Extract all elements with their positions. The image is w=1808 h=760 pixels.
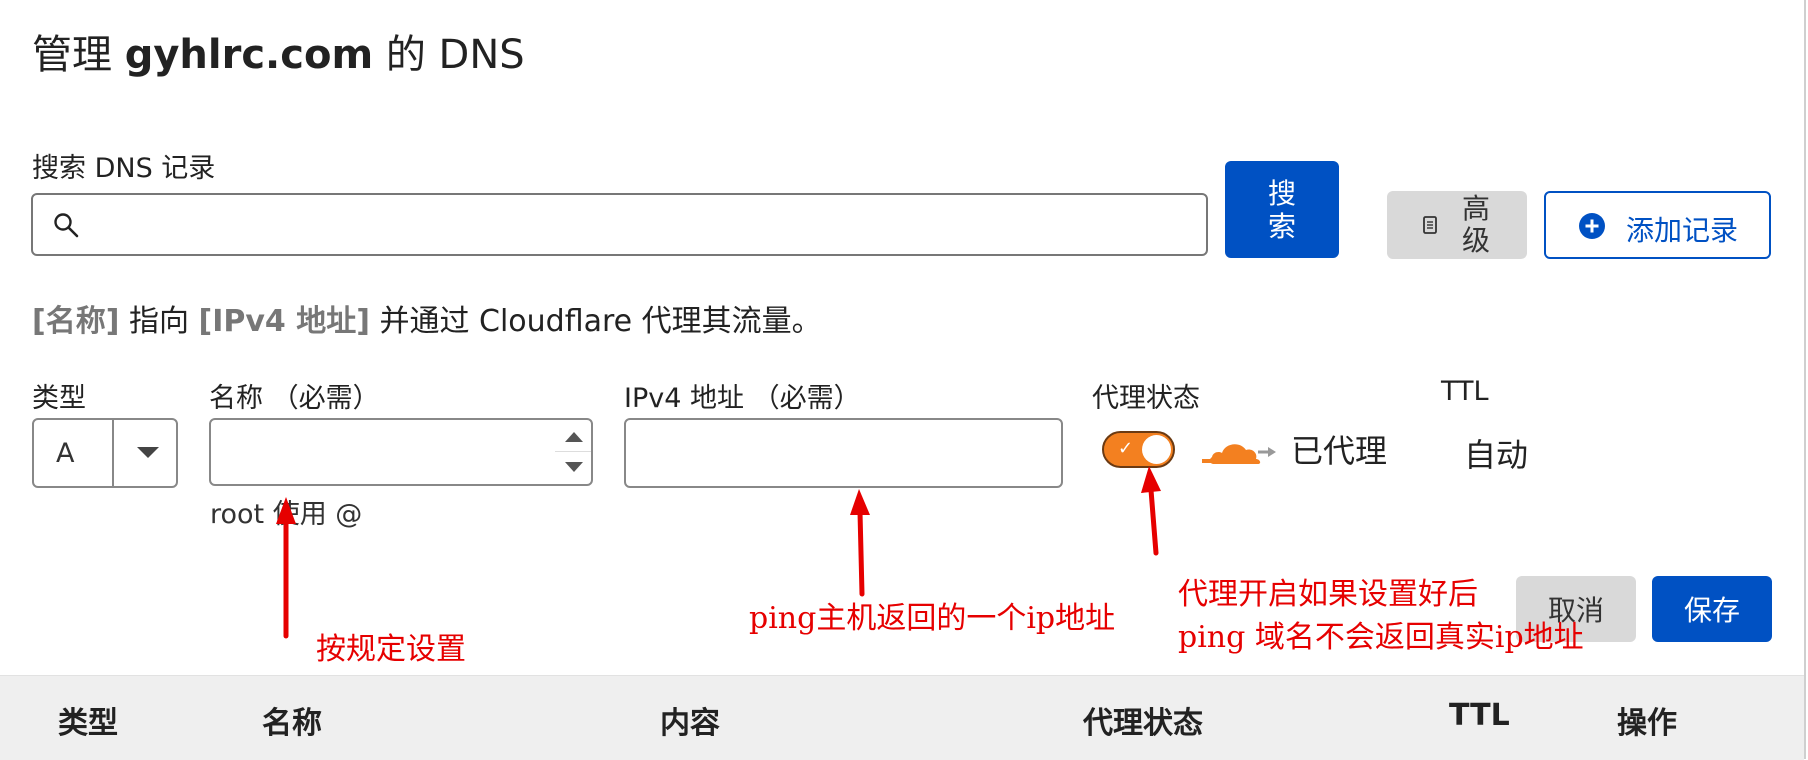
column-header-content: 内容 — [660, 706, 720, 741]
advanced-button-label: 高级 — [1461, 192, 1490, 257]
column-header-actions: 操作 — [1617, 706, 1677, 741]
proxy-status-text: 已代理 — [1291, 432, 1388, 470]
column-header-proxy-status: 代理状态 — [1083, 706, 1203, 741]
search-icon — [54, 213, 79, 238]
search-label: 搜索 DNS 记录 — [32, 153, 216, 184]
annotation-name-note: 按规定设置 — [316, 632, 466, 667]
add-record-button[interactable]: 添加记录 — [1544, 191, 1771, 259]
spin-up-icon[interactable] — [565, 432, 583, 442]
name-hint: root 使用 @ — [210, 499, 363, 530]
ttl-value[interactable]: 自动 — [1464, 430, 1528, 476]
ipv4-field[interactable] — [624, 418, 1063, 488]
name-label: 名称 （必需） — [209, 383, 380, 414]
ipv4-label: IPv4 地址 （必需） — [624, 383, 861, 414]
search-button-label: 搜索 — [1267, 176, 1296, 243]
title-domain: gyhlrc.com — [124, 32, 374, 78]
desc-name-token: [名称] — [32, 304, 120, 339]
annotation-arrow-ip — [850, 489, 870, 597]
record-description: [名称] 指向 [IPv4 地址] 并通过 Cloudflare 代理其流量。 — [32, 296, 822, 340]
search-button[interactable]: 搜索 — [1225, 161, 1339, 258]
annotation-arrow-proxy — [1141, 466, 1161, 556]
proxy-status-label: 代理状态 — [1092, 383, 1200, 414]
desc-text2: 并通过 Cloudflare 代理其流量。 — [369, 304, 822, 339]
ttl-label: TTL — [1441, 376, 1489, 407]
table-header: 类型 名称 内容 代理状态 TTL 操作 — [0, 675, 1804, 760]
cloud-proxy-icon — [1202, 444, 1276, 464]
add-record-label: 添加记录 — [1626, 214, 1739, 247]
toggle-knob — [1142, 435, 1171, 464]
title-prefix: 管理 — [32, 32, 125, 78]
type-select[interactable]: A — [32, 418, 178, 488]
proxy-toggle[interactable]: ✓ — [1102, 431, 1175, 468]
column-header-ttl: TTL — [1449, 698, 1510, 733]
page-right-border — [1804, 0, 1806, 759]
annotation-proxy-note-1: 代理开启如果设置好后 — [1178, 577, 1478, 612]
type-label: 类型 — [32, 383, 86, 414]
save-button[interactable]: 保存 — [1652, 576, 1772, 642]
name-field[interactable] — [209, 418, 593, 486]
annotation-ip-note: ping主机返回的一个ip地址 — [749, 601, 1116, 636]
search-input[interactable] — [31, 193, 1208, 256]
check-icon: ✓ — [1118, 438, 1134, 459]
column-header-name: 名称 — [262, 706, 322, 741]
document-icon — [1423, 216, 1437, 234]
desc-text1: 指向 — [119, 304, 199, 339]
plus-circle-icon — [1579, 213, 1605, 239]
chevron-down-icon — [137, 447, 159, 458]
spin-down-icon[interactable] — [565, 462, 583, 472]
spin-divider — [555, 451, 591, 452]
type-select-divider — [112, 420, 114, 486]
page-title: 管理 gyhlrc.com 的 DNS — [32, 22, 525, 80]
annotation-proxy-note-2: ping 域名不会返回真实ip地址 — [1178, 620, 1584, 655]
column-header-type: 类型 — [58, 706, 118, 741]
advanced-button[interactable]: 高级 — [1387, 191, 1527, 259]
type-select-value: A — [56, 438, 75, 469]
title-suffix: 的 DNS — [373, 32, 525, 78]
desc-ipv4-token: [IPv4 地址] — [198, 304, 370, 339]
